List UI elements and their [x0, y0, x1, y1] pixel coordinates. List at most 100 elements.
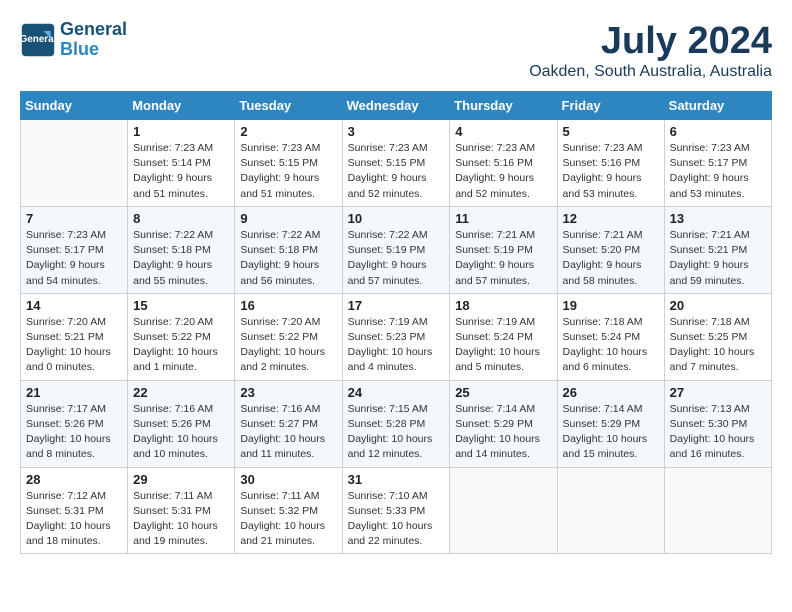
calendar-cell: 3 Sunrise: 7:23 AMSunset: 5:15 PMDaylight…	[342, 120, 450, 207]
day-number: 11	[455, 211, 551, 226]
day-number: 7	[26, 211, 122, 226]
day-info: Sunrise: 7:18 AMSunset: 5:24 PMDaylight:…	[563, 315, 659, 376]
day-number: 27	[670, 385, 766, 400]
day-info: Sunrise: 7:15 AMSunset: 5:28 PMDaylight:…	[348, 402, 445, 463]
day-info: Sunrise: 7:16 AMSunset: 5:26 PMDaylight:…	[133, 402, 229, 463]
day-info: Sunrise: 7:12 AMSunset: 5:31 PMDaylight:…	[26, 489, 122, 550]
calendar-cell: 2Sunrise: 7:23 AMSunset: 5:15 PMDaylight…	[235, 120, 342, 207]
calendar: SundayMondayTuesdayWednesdayThursdayFrid…	[20, 91, 772, 554]
calendar-cell: 22 Sunrise: 7:16 AMSunset: 5:26 PMDayligh…	[128, 380, 235, 467]
logo-text: General Blue	[60, 20, 127, 60]
day-info: Sunrise: 7:23 AMSunset: 5:15 PMDaylight:…	[240, 141, 336, 202]
day-number: 8	[133, 211, 229, 226]
day-number: 1	[133, 124, 229, 139]
calendar-cell: 5 Sunrise: 7:23 AMSunset: 5:16 PMDaylight…	[557, 120, 664, 207]
logo-line1: General	[60, 20, 127, 40]
day-info: Sunrise: 7:20 AMSunset: 5:22 PMDaylight:…	[133, 315, 229, 376]
calendar-cell: 18 Sunrise: 7:19 AMSunset: 5:24 PMDayligh…	[450, 293, 557, 380]
day-info: Sunrise: 7:23 AMSunset: 5:16 PMDaylight:…	[455, 141, 551, 202]
calendar-cell: 1 Sunrise: 7:23 AMSunset: 5:14 PMDaylight…	[128, 120, 235, 207]
day-number: 3	[348, 124, 445, 139]
day-header-thursday: Thursday	[450, 92, 557, 120]
calendar-cell: 29 Sunrise: 7:11 AMSunset: 5:31 PMDayligh…	[128, 467, 235, 554]
calendar-cell	[21, 120, 128, 207]
header-row: SundayMondayTuesdayWednesdayThursdayFrid…	[21, 92, 772, 120]
day-number: 16	[240, 298, 336, 313]
day-info: Sunrise: 7:11 AMSunset: 5:31 PMDaylight:…	[133, 489, 229, 550]
day-number: 21	[26, 385, 122, 400]
calendar-body: 1 Sunrise: 7:23 AMSunset: 5:14 PMDaylight…	[21, 120, 772, 554]
calendar-cell: 20 Sunrise: 7:18 AMSunset: 5:25 PMDayligh…	[664, 293, 771, 380]
calendar-cell: 13Sunrise: 7:21 AMSunset: 5:21 PMDayligh…	[664, 206, 771, 293]
day-number: 30	[240, 472, 336, 487]
day-info: Sunrise: 7:23 AMSunset: 5:17 PMDaylight:…	[670, 141, 766, 202]
calendar-cell: 10Sunrise: 7:22 AMSunset: 5:19 PMDayligh…	[342, 206, 450, 293]
day-number: 17	[348, 298, 445, 313]
day-number: 15	[133, 298, 229, 313]
day-info: Sunrise: 7:17 AMSunset: 5:26 PMDaylight:…	[26, 402, 122, 463]
day-number: 29	[133, 472, 229, 487]
calendar-week-5: 28 Sunrise: 7:12 AMSunset: 5:31 PMDayligh…	[21, 467, 772, 554]
day-number: 28	[26, 472, 122, 487]
logo-icon: General	[20, 22, 56, 58]
calendar-cell: 31Sunrise: 7:10 AMSunset: 5:33 PMDayligh…	[342, 467, 450, 554]
day-number: 4	[455, 124, 551, 139]
day-number: 10	[348, 211, 445, 226]
day-number: 12	[563, 211, 659, 226]
day-info: Sunrise: 7:20 AMSunset: 5:21 PMDaylight:…	[26, 315, 122, 376]
day-number: 14	[26, 298, 122, 313]
day-info: Sunrise: 7:13 AMSunset: 5:30 PMDaylight:…	[670, 402, 766, 463]
logo-line2: Blue	[60, 40, 127, 60]
day-number: 25	[455, 385, 551, 400]
day-info: Sunrise: 7:22 AMSunset: 5:18 PMDaylight:…	[240, 228, 336, 289]
month-title: July 2024	[529, 20, 772, 63]
day-number: 18	[455, 298, 551, 313]
calendar-cell: 23Sunrise: 7:16 AMSunset: 5:27 PMDayligh…	[235, 380, 342, 467]
day-number: 22	[133, 385, 229, 400]
calendar-cell: 30 Sunrise: 7:11 AMSunset: 5:32 PMDayligh…	[235, 467, 342, 554]
day-info: Sunrise: 7:23 AMSunset: 5:17 PMDaylight:…	[26, 228, 122, 289]
day-number: 5	[563, 124, 659, 139]
location-title: Oakden, South Australia, Australia	[529, 63, 772, 81]
calendar-cell: 14 Sunrise: 7:20 AMSunset: 5:21 PMDayligh…	[21, 293, 128, 380]
calendar-cell: 27 Sunrise: 7:13 AMSunset: 5:30 PMDayligh…	[664, 380, 771, 467]
day-header-monday: Monday	[128, 92, 235, 120]
day-info: Sunrise: 7:20 AMSunset: 5:22 PMDaylight:…	[240, 315, 336, 376]
day-info: Sunrise: 7:14 AMSunset: 5:29 PMDaylight:…	[563, 402, 659, 463]
calendar-cell	[557, 467, 664, 554]
day-info: Sunrise: 7:21 AMSunset: 5:19 PMDaylight:…	[455, 228, 551, 289]
calendar-cell: 15 Sunrise: 7:20 AMSunset: 5:22 PMDayligh…	[128, 293, 235, 380]
day-info: Sunrise: 7:23 AMSunset: 5:15 PMDaylight:…	[348, 141, 445, 202]
calendar-cell: 8Sunrise: 7:22 AMSunset: 5:18 PMDaylight…	[128, 206, 235, 293]
day-header-saturday: Saturday	[664, 92, 771, 120]
calendar-cell: 9Sunrise: 7:22 AMSunset: 5:18 PMDaylight…	[235, 206, 342, 293]
calendar-cell: 12 Sunrise: 7:21 AMSunset: 5:20 PMDayligh…	[557, 206, 664, 293]
day-info: Sunrise: 7:23 AMSunset: 5:14 PMDaylight:…	[133, 141, 229, 202]
day-header-tuesday: Tuesday	[235, 92, 342, 120]
day-number: 13	[670, 211, 766, 226]
day-info: Sunrise: 7:11 AMSunset: 5:32 PMDaylight:…	[240, 489, 336, 550]
day-info: Sunrise: 7:14 AMSunset: 5:29 PMDaylight:…	[455, 402, 551, 463]
calendar-cell: 26 Sunrise: 7:14 AMSunset: 5:29 PMDayligh…	[557, 380, 664, 467]
day-info: Sunrise: 7:23 AMSunset: 5:16 PMDaylight:…	[563, 141, 659, 202]
calendar-cell	[450, 467, 557, 554]
day-number: 26	[563, 385, 659, 400]
day-info: Sunrise: 7:19 AMSunset: 5:23 PMDaylight:…	[348, 315, 445, 376]
day-info: Sunrise: 7:18 AMSunset: 5:25 PMDaylight:…	[670, 315, 766, 376]
day-number: 20	[670, 298, 766, 313]
calendar-cell: 24 Sunrise: 7:15 AMSunset: 5:28 PMDayligh…	[342, 380, 450, 467]
calendar-header: SundayMondayTuesdayWednesdayThursdayFrid…	[21, 92, 772, 120]
calendar-cell	[664, 467, 771, 554]
logo: General General Blue	[20, 20, 127, 60]
day-number: 23	[240, 385, 336, 400]
calendar-cell: 6Sunrise: 7:23 AMSunset: 5:17 PMDaylight…	[664, 120, 771, 207]
day-info: Sunrise: 7:10 AMSunset: 5:33 PMDaylight:…	[348, 489, 445, 550]
day-info: Sunrise: 7:21 AMSunset: 5:20 PMDaylight:…	[563, 228, 659, 289]
calendar-cell: 25 Sunrise: 7:14 AMSunset: 5:29 PMDayligh…	[450, 380, 557, 467]
calendar-cell: 21 Sunrise: 7:17 AMSunset: 5:26 PMDayligh…	[21, 380, 128, 467]
calendar-week-4: 21 Sunrise: 7:17 AMSunset: 5:26 PMDayligh…	[21, 380, 772, 467]
day-info: Sunrise: 7:19 AMSunset: 5:24 PMDaylight:…	[455, 315, 551, 376]
day-number: 24	[348, 385, 445, 400]
calendar-cell: 4 Sunrise: 7:23 AMSunset: 5:16 PMDaylight…	[450, 120, 557, 207]
title-area: July 2024 Oakden, South Australia, Austr…	[529, 20, 772, 81]
